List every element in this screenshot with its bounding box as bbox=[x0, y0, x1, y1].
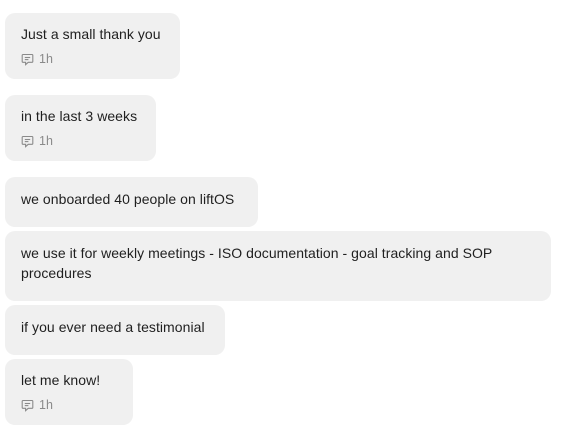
message-text: we onboarded 40 people on liftOS bbox=[21, 191, 235, 207]
message-text: we use it for weekly meetings - ISO docu… bbox=[21, 245, 493, 281]
message-meta[interactable]: 1h bbox=[21, 52, 53, 66]
message-text: let me know! bbox=[21, 372, 101, 388]
thread-reply-icon bbox=[21, 53, 34, 66]
message-timestamp: 1h bbox=[39, 134, 53, 148]
thread-reply-icon bbox=[21, 399, 34, 412]
message-bubble[interactable]: we onboarded 40 people on liftOS bbox=[5, 177, 258, 227]
message-text: in the last 3 weeks bbox=[21, 108, 138, 124]
message-bubble[interactable]: in the last 3 weeks 1h bbox=[5, 95, 156, 161]
message-bubble[interactable]: Just a small thank you 1h bbox=[5, 13, 180, 79]
message-timestamp: 1h bbox=[39, 52, 53, 66]
message-timestamp: 1h bbox=[39, 398, 53, 412]
message-text: if you ever need a testimonial bbox=[21, 319, 205, 335]
message-meta[interactable]: 1h bbox=[21, 134, 53, 148]
message-bubble[interactable]: if you ever need a testimonial bbox=[5, 305, 225, 355]
message-text: Just a small thank you bbox=[21, 26, 161, 42]
message-meta[interactable]: 1h bbox=[21, 398, 53, 412]
message-bubble[interactable]: we use it for weekly meetings - ISO docu… bbox=[5, 231, 551, 301]
thread-reply-icon bbox=[21, 135, 34, 148]
message-bubble[interactable]: let me know! 1h bbox=[5, 359, 133, 425]
